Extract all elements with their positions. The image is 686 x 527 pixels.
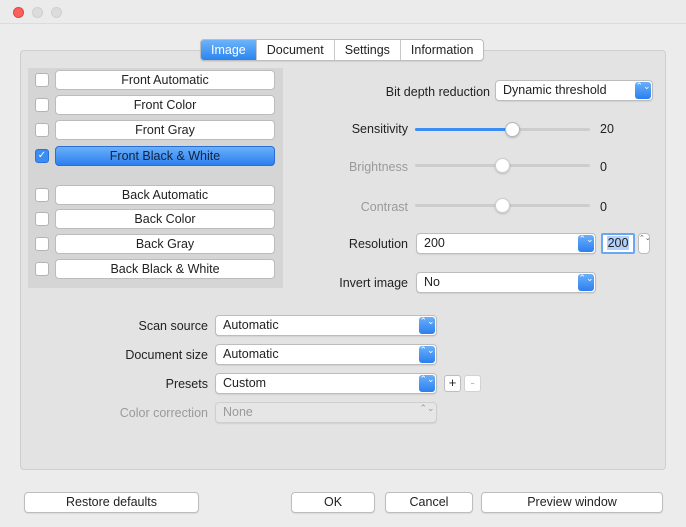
back-automatic-button[interactable]: Back Automatic bbox=[55, 185, 275, 205]
document-size-label: Document size bbox=[125, 348, 208, 362]
resolution-field[interactable]: 200 bbox=[601, 233, 635, 254]
select-arrows-icon: ⌃⌄ bbox=[419, 403, 435, 413]
zoom-window-button[interactable] bbox=[51, 7, 62, 18]
back-black-white-button[interactable]: Back Black & White bbox=[55, 259, 275, 279]
back-gray-button[interactable]: Back Gray bbox=[55, 234, 275, 254]
restore-defaults-button[interactable]: Restore defaults bbox=[24, 492, 199, 513]
mode-row-back-gray: Back Gray bbox=[35, 234, 275, 254]
color-correction-select[interactable]: None ⌃⌄ bbox=[215, 402, 437, 423]
back-gray-checkbox[interactable] bbox=[35, 237, 49, 251]
cancel-button[interactable]: Cancel bbox=[385, 492, 473, 513]
back-color-checkbox[interactable] bbox=[35, 212, 49, 226]
front-black-white-button[interactable]: Front Black & White bbox=[55, 146, 275, 166]
sensitivity-value: 20 bbox=[600, 122, 614, 136]
front-gray-checkbox[interactable] bbox=[35, 123, 49, 137]
presets-select[interactable]: Custom ⌃⌄ bbox=[215, 373, 437, 394]
preview-window-button[interactable]: Preview window bbox=[481, 492, 663, 513]
mode-row-back-automatic: Back Automatic bbox=[35, 185, 275, 205]
brightness-value: 0 bbox=[600, 160, 607, 174]
contrast-slider[interactable] bbox=[415, 197, 590, 213]
ok-button[interactable]: OK bbox=[291, 492, 375, 513]
resolution-stepper[interactable]: ⌃⌄ bbox=[638, 233, 651, 254]
mode-row-front-color: Front Color bbox=[35, 95, 275, 115]
resolution-field-value: 200 bbox=[606, 236, 630, 250]
tab-image[interactable]: Image bbox=[201, 40, 256, 60]
document-size-value: Automatic bbox=[223, 347, 279, 361]
mode-row-back-black-white: Back Black & White bbox=[35, 259, 275, 279]
front-color-button[interactable]: Front Color bbox=[55, 95, 275, 115]
sensitivity-fill bbox=[415, 128, 513, 131]
remove-preset-button[interactable]: - bbox=[464, 375, 481, 392]
presets-value: Custom bbox=[223, 376, 267, 390]
contrast-knob[interactable] bbox=[495, 198, 510, 213]
front-gray-button[interactable]: Front Gray bbox=[55, 120, 275, 140]
sensitivity-knob[interactable] bbox=[505, 122, 520, 137]
tab-document[interactable]: Document bbox=[255, 40, 334, 60]
select-arrows-icon: ⌃⌄ bbox=[578, 235, 594, 252]
color-correction-label: Color correction bbox=[119, 406, 208, 420]
tab-settings[interactable]: Settings bbox=[333, 40, 400, 60]
presets-label: Presets bbox=[165, 377, 208, 391]
contrast-label: Contrast bbox=[360, 200, 408, 214]
front-black-white-checkbox[interactable]: ✓ bbox=[35, 149, 49, 163]
mode-row-front-gray: Front Gray bbox=[35, 120, 275, 140]
minimize-window-button[interactable] bbox=[32, 7, 43, 18]
brightness-label: Brightness bbox=[348, 160, 408, 174]
color-correction-value: None bbox=[223, 405, 253, 419]
select-arrows-icon: ⌃⌄ bbox=[419, 346, 435, 363]
back-automatic-checkbox[interactable] bbox=[35, 188, 49, 202]
add-preset-button[interactable]: + bbox=[444, 375, 461, 392]
scan-source-value: Automatic bbox=[223, 318, 279, 332]
mode-row-back-color: Back Color bbox=[35, 209, 275, 229]
mode-row-front-black-white: ✓ Front Black & White bbox=[35, 146, 275, 166]
front-color-checkbox[interactable] bbox=[35, 98, 49, 112]
resolution-select[interactable]: 200 ⌃⌄ bbox=[416, 233, 596, 254]
document-size-select[interactable]: Automatic ⌃⌄ bbox=[215, 344, 437, 365]
mode-row-front-automatic: Front Automatic bbox=[35, 70, 275, 90]
select-arrows-icon: ⌃⌄ bbox=[635, 82, 651, 99]
front-automatic-button[interactable]: Front Automatic bbox=[55, 70, 275, 90]
resolution-select-value: 200 bbox=[424, 236, 445, 250]
scan-source-label: Scan source bbox=[138, 319, 208, 333]
tab-bar: Image Document Settings Information bbox=[200, 39, 485, 61]
bit-depth-label: Bit depth reduction bbox=[385, 85, 490, 99]
bit-depth-select[interactable]: Dynamic threshold ⌃⌄ bbox=[495, 80, 653, 101]
select-arrows-icon: ⌃⌄ bbox=[419, 317, 435, 334]
front-automatic-checkbox[interactable] bbox=[35, 73, 49, 87]
scan-source-select[interactable]: Automatic ⌃⌄ bbox=[215, 315, 437, 336]
close-window-button[interactable] bbox=[13, 7, 24, 18]
select-arrows-icon: ⌃⌄ bbox=[419, 375, 435, 392]
invert-image-label: Invert image bbox=[339, 276, 408, 290]
back-color-button[interactable]: Back Color bbox=[55, 209, 275, 229]
sensitivity-slider[interactable] bbox=[415, 121, 590, 137]
bit-depth-value: Dynamic threshold bbox=[503, 83, 607, 97]
sensitivity-label: Sensitivity bbox=[351, 122, 408, 136]
brightness-slider[interactable] bbox=[415, 157, 590, 173]
select-arrows-icon: ⌃⌄ bbox=[578, 274, 594, 291]
back-black-white-checkbox[interactable] bbox=[35, 262, 49, 276]
title-bar bbox=[0, 0, 686, 24]
tab-information[interactable]: Information bbox=[399, 40, 484, 60]
contrast-value: 0 bbox=[600, 200, 607, 214]
invert-image-select[interactable]: No ⌃⌄ bbox=[416, 272, 596, 293]
resolution-label: Resolution bbox=[348, 237, 408, 251]
invert-image-value: No bbox=[424, 275, 440, 289]
brightness-knob[interactable] bbox=[495, 158, 510, 173]
